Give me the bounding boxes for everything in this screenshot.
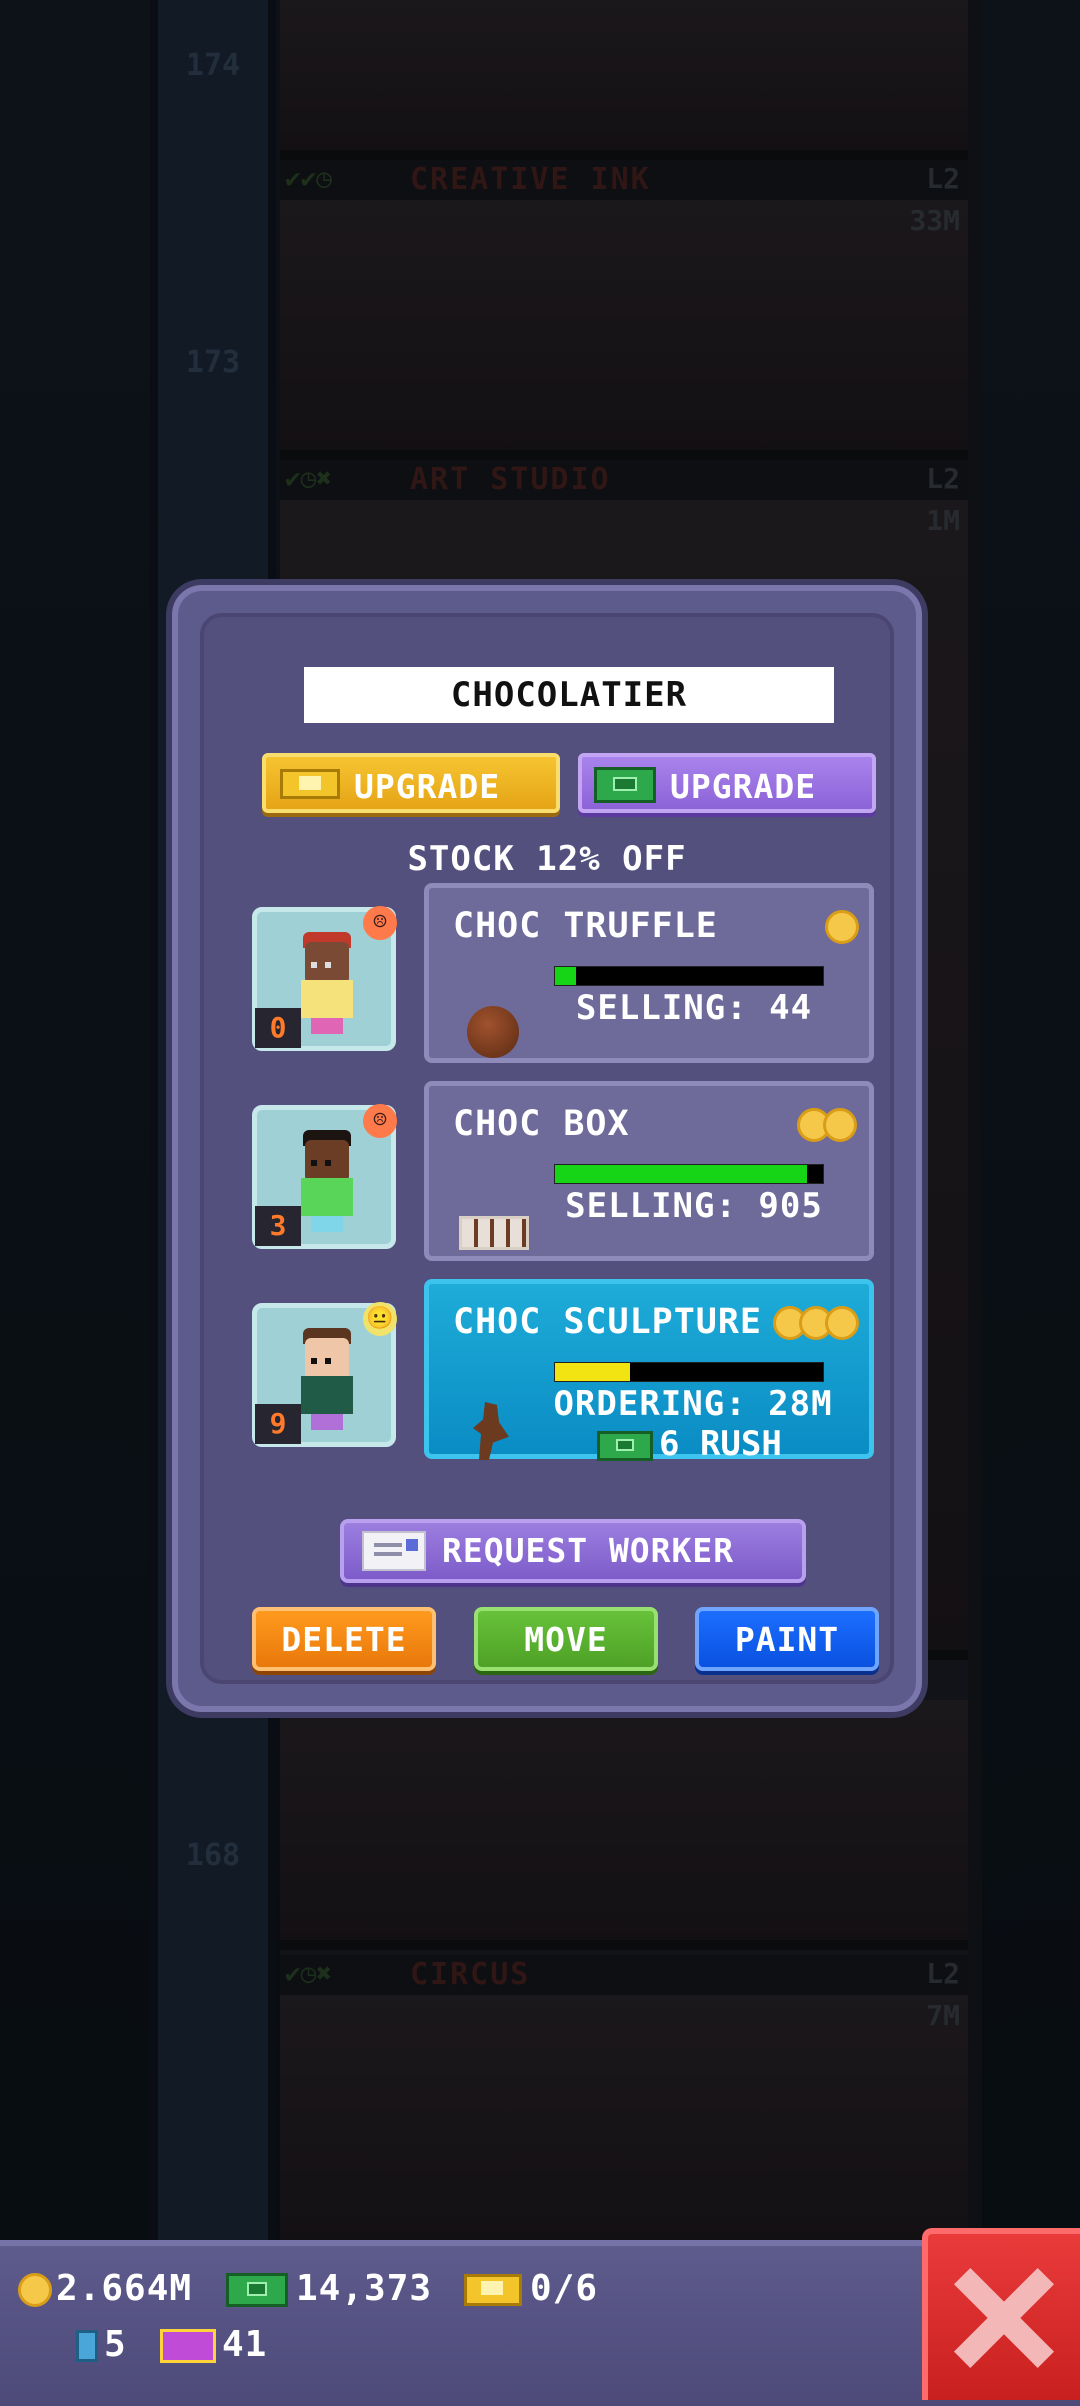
chocolate-box-icon [459, 1216, 529, 1250]
worker-avatar [299, 932, 355, 1036]
chocolate-sculpture-icon [473, 1402, 509, 1460]
floor-name-field[interactable]: CHOCOLATIER [304, 667, 834, 723]
close-icon [954, 2267, 1054, 2368]
worker-slot-3[interactable]: 😐 9 [252, 1302, 397, 1447]
worker-level: 0 [255, 1008, 301, 1048]
coins-value: 2.664M [56, 2268, 193, 2309]
tickets-stat[interactable]: 0/6 [464, 2268, 598, 2309]
request-worker-button[interactable]: REQUEST WORKER [340, 1519, 806, 1583]
coin-icon [825, 1306, 859, 1340]
worker-level: 3 [255, 1206, 301, 1246]
unhappy-face-icon: ☹ [363, 1104, 397, 1138]
bux-value: 14,373 [296, 2268, 433, 2309]
product-name: CHOC SCULPTURE [453, 1302, 763, 1342]
coins-stat[interactable]: 2.664M [18, 2268, 192, 2309]
product-status: ORDERING: 28M [553, 1384, 833, 1424]
upgrade-coins-button[interactable]: UPGRADE [262, 753, 560, 813]
golden-ticket-icon [464, 2274, 522, 2306]
upgrade-bux-button[interactable]: UPGRADE [578, 753, 876, 813]
unhappy-face-icon: ☹ [363, 906, 397, 940]
upgrade-label: UPGRADE [354, 767, 501, 806]
dialog-panel: CHOCOLATIER UPGRADE UPGRADE STOCK 12% OF… [200, 613, 894, 1684]
rush-label: 6 RUSH [659, 1424, 782, 1464]
worker-avatar [299, 1130, 355, 1234]
tower-bux-icon [594, 767, 656, 803]
move-button[interactable]: MOVE [474, 1607, 658, 1671]
tickets-value: 0/6 [530, 2268, 599, 2309]
progress-fill [555, 1165, 807, 1183]
coin-icon [823, 1108, 857, 1142]
keys-stat[interactable]: 5 [76, 2324, 127, 2365]
rush-button[interactable]: 6 RUSH [597, 1424, 782, 1464]
worker-level: 9 [255, 1404, 301, 1444]
floor-dialog: CHOCOLATIER UPGRADE UPGRADE STOCK 12% OF… [172, 585, 922, 1712]
coin-icon [18, 2273, 52, 2307]
mail-icon [362, 1531, 426, 1571]
product-slot-3[interactable]: CHOC SCULPTURE ORDERING: 28M 6 RUSH [424, 1279, 874, 1464]
worker-slot-2[interactable]: ☹ 3 [252, 1104, 397, 1249]
product-name: CHOC TRUFFLE [453, 906, 718, 946]
key-icon [76, 2330, 98, 2362]
vip-value: 41 [222, 2324, 268, 2365]
worker-slot-1[interactable]: ☹ 0 [252, 906, 397, 1051]
request-worker-label: REQUEST WORKER [442, 1531, 735, 1570]
progress-fill [555, 1363, 631, 1381]
paint-button[interactable]: PAINT [695, 1607, 879, 1671]
worker-avatar [299, 1328, 355, 1432]
vip-stat[interactable]: 41 [160, 2324, 267, 2365]
delete-button[interactable]: DELETE [252, 1607, 436, 1671]
tower-bux-icon [597, 1430, 653, 1461]
truffle-icon [467, 1006, 519, 1058]
progress-bar [554, 966, 824, 986]
progress-bar [554, 1164, 824, 1184]
progress-fill [555, 967, 577, 985]
product-slot-2[interactable]: CHOC BOX SELLING: 905 [424, 1081, 874, 1261]
golden-ticket-icon [280, 769, 340, 799]
product-status: SELLING: 44 [575, 988, 813, 1028]
stock-discount-text: STOCK 12% OFF [407, 839, 687, 879]
tower-bux-icon [226, 2273, 288, 2307]
vip-ticket-icon [160, 2329, 216, 2363]
upgrade-label: UPGRADE [670, 767, 817, 806]
keys-value: 5 [104, 2324, 127, 2365]
progress-bar [554, 1362, 824, 1382]
coin-icon [825, 910, 859, 944]
close-button[interactable] [922, 2228, 1080, 2400]
bux-stat[interactable]: 14,373 [226, 2268, 432, 2309]
product-name: CHOC BOX [453, 1104, 630, 1144]
product-slot-1[interactable]: CHOC TRUFFLE SELLING: 44 [424, 883, 874, 1063]
product-status: SELLING: 905 [565, 1186, 823, 1226]
neutral-face-icon: 😐 [363, 1302, 397, 1336]
status-bar: 2.664M 14,373 0/6 5 41 [0, 2240, 1080, 2406]
